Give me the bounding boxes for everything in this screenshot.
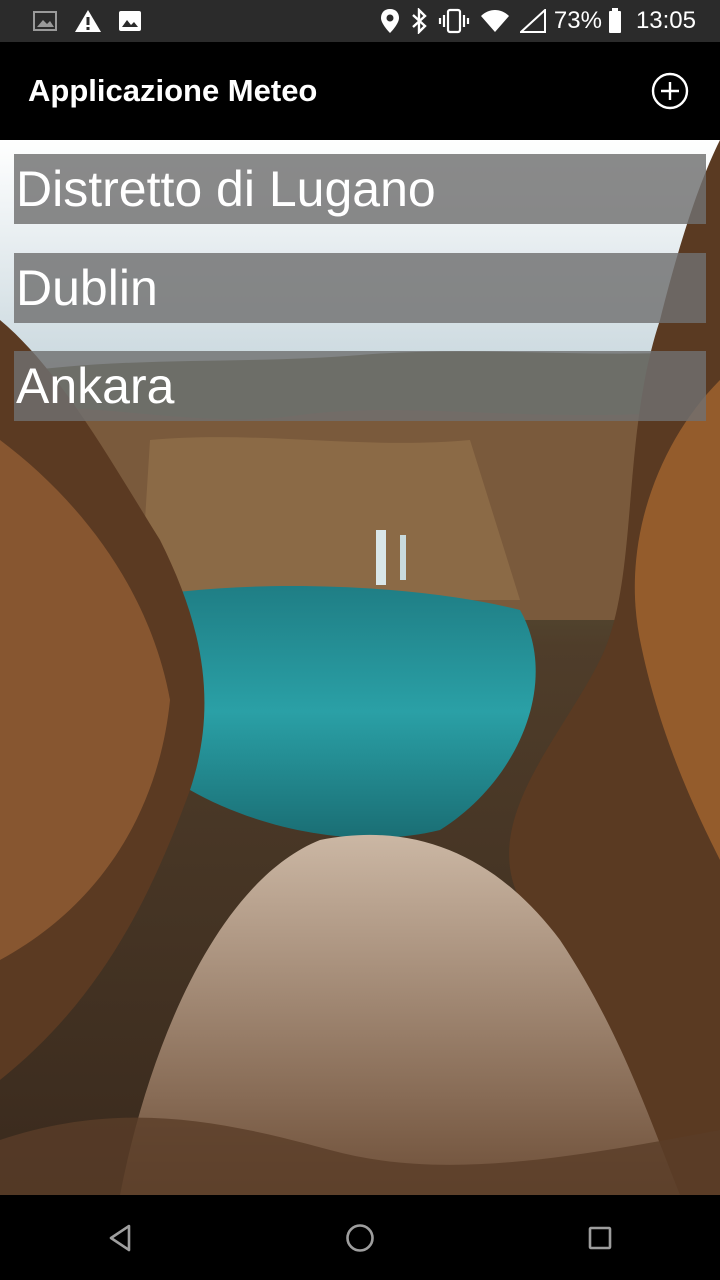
location-icon [380, 8, 400, 34]
battery-icon [608, 8, 622, 34]
wifi-icon [480, 8, 510, 34]
warning-icon [74, 9, 102, 33]
home-icon [346, 1223, 374, 1252]
add-city-button[interactable] [648, 69, 692, 113]
bluetooth-icon [410, 8, 428, 34]
back-icon [109, 1224, 131, 1251]
app-title: Applicazione Meteo [28, 73, 318, 108]
app-bar: Applicazione Meteo [0, 42, 720, 140]
status-bar: 73% 13:05 [0, 0, 720, 42]
vibrate-icon [438, 8, 470, 34]
image-icon [116, 9, 144, 33]
system-nav-bar [0, 1195, 720, 1280]
clock: 13:05 [635, 7, 696, 34]
image-notification-icon [32, 9, 60, 33]
back-button[interactable] [90, 1208, 150, 1268]
city-item-ankara[interactable]: Ankara [14, 351, 706, 421]
city-list-screen: Distretto di Lugano Dublin Ankara [0, 140, 720, 1195]
recents-button[interactable] [570, 1208, 630, 1268]
status-left-icons [32, 9, 158, 33]
battery-percent: 73% [553, 7, 602, 34]
city-item-dublin[interactable]: Dublin [14, 253, 706, 323]
home-button[interactable] [330, 1208, 390, 1268]
status-right-icons: 73% 13:05 [370, 7, 696, 35]
city-item-distretto-di-lugano[interactable]: Distretto di Lugano [14, 154, 706, 224]
add-circle-icon [651, 72, 689, 110]
signal-icon [519, 8, 546, 34]
recents-icon [588, 1226, 612, 1249]
